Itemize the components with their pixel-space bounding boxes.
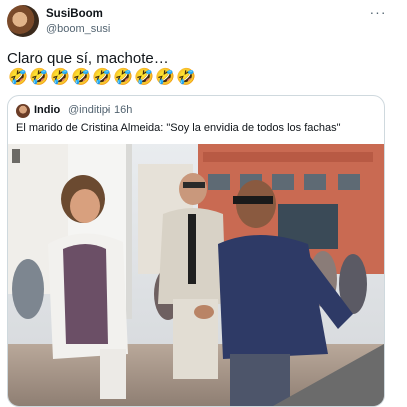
rolling-laughing-emoji: 🤣 <box>113 67 133 86</box>
author-avatar[interactable] <box>7 5 39 37</box>
quoted-timestamp[interactable]: 16h <box>114 104 132 116</box>
rolling-laughing-emoji: 🤣 <box>71 67 91 86</box>
more-options-icon[interactable]: ··· <box>369 5 387 22</box>
tweet[interactable]: SusiBoom @boom_susi ··· Claro que sí, ma… <box>0 0 407 407</box>
separator-dot: · <box>106 104 110 116</box>
rolling-laughing-emoji: 🤣 <box>50 67 70 86</box>
rolling-laughing-emoji: 🤣 <box>92 67 112 86</box>
rolling-laughing-emoji: 🤣 <box>29 67 49 86</box>
emoji-row: 🤣 🤣 🤣 🤣 🤣 🤣 🤣 🤣 🤣 <box>8 67 196 86</box>
rolling-laughing-emoji: 🤣 <box>176 67 196 86</box>
quoted-tweet-photo[interactable] <box>8 144 384 406</box>
author-handle[interactable]: @boom_susi <box>46 23 110 35</box>
rolling-laughing-emoji: 🤣 <box>155 67 175 86</box>
rolling-laughing-emoji: 🤣 <box>134 67 154 86</box>
author-name[interactable]: SusiBoom <box>46 8 103 20</box>
rolling-laughing-emoji: 🤣 <box>8 67 28 86</box>
quoted-tweet[interactable]: Indio @inditipi · 16h El marido de Crist… <box>7 95 385 407</box>
quoted-author-handle[interactable]: @inditipi <box>68 104 110 116</box>
tweet-text: Claro que sí, machote… <box>7 50 169 67</box>
quoted-tweet-text: El marido de Cristina Almeida: "Soy la e… <box>16 122 341 134</box>
quoted-author-name[interactable]: Indio <box>34 104 60 116</box>
quoted-author-avatar[interactable] <box>16 104 30 118</box>
